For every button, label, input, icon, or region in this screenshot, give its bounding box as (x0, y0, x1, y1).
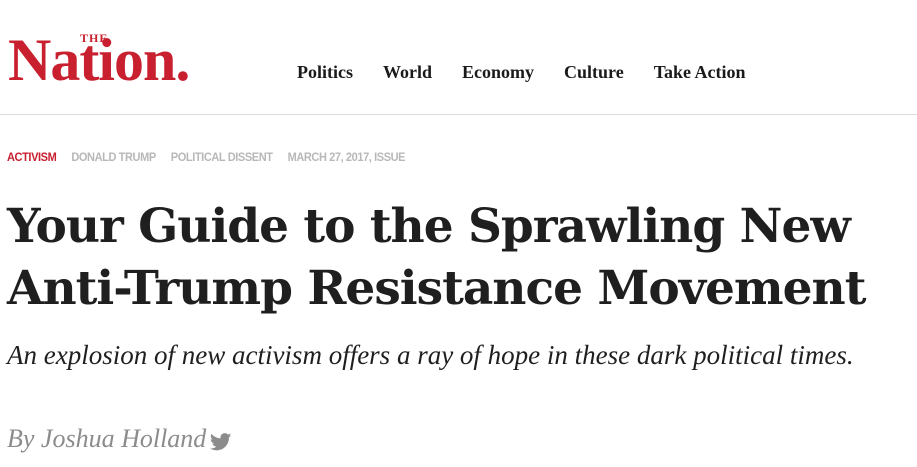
twitter-icon[interactable] (210, 433, 232, 451)
issue-date: MARCH 27, 2017, ISSUE (287, 151, 406, 165)
tag-donald-trump[interactable]: DONALD TRUMP (71, 151, 156, 164)
tag-activism[interactable]: ACTIVISM (7, 151, 57, 164)
article-dek: An explosion of new activism offers a ra… (7, 340, 854, 370)
nav-item-economy[interactable]: Economy (462, 62, 534, 84)
nav-item-culture[interactable]: Culture (564, 62, 624, 84)
the-nation-logo[interactable]: Nation. THE (8, 26, 233, 96)
site-header: Nation. THE Politics World Economy Cultu… (0, 0, 917, 115)
main-nav: Politics World Economy Culture Take Acti… (297, 62, 776, 84)
author-link[interactable]: By Joshua Holland (7, 424, 206, 454)
tag-political-dissent[interactable]: POLITICAL DISSENT (171, 151, 273, 164)
byline: By Joshua Holland (7, 424, 232, 454)
nav-item-politics[interactable]: Politics (297, 62, 353, 84)
nav-item-world[interactable]: World (383, 62, 432, 84)
article-tags: ACTIVISM DONALD TRUMP POLITICAL DISSENT … (7, 151, 420, 164)
logo-the: THE (80, 31, 109, 45)
article-headline: Your Guide to the Sprawling New Anti-Tru… (7, 199, 866, 316)
nav-item-take-action[interactable]: Take Action (654, 62, 746, 84)
